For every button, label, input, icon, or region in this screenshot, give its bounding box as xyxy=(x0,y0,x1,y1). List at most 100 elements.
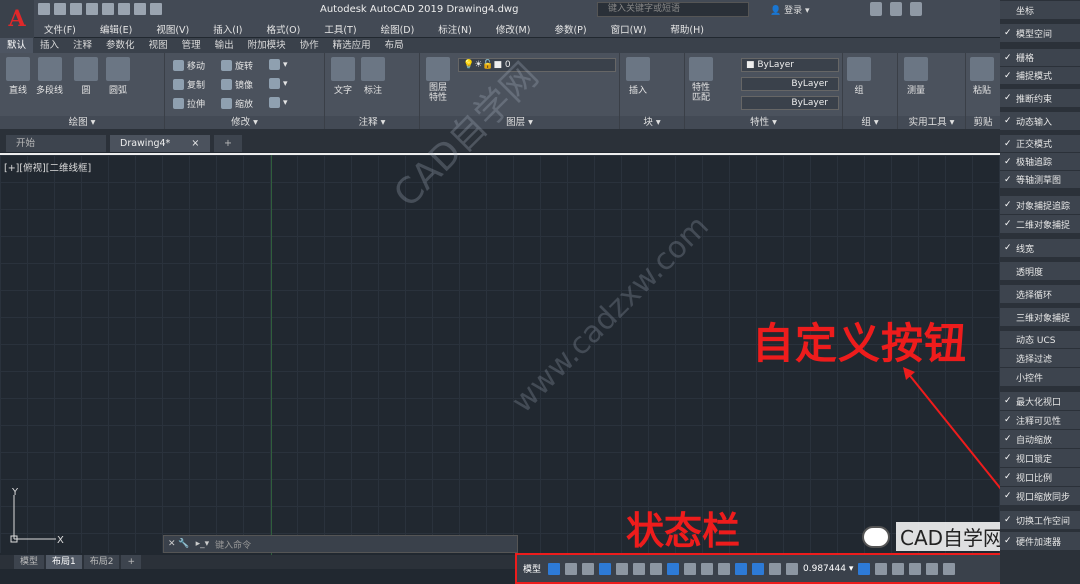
hardware-acceleration-icon[interactable] xyxy=(909,562,922,575)
menu-draw[interactable]: 绘图(D) xyxy=(381,22,415,36)
clipboard-group-label[interactable]: 剪贴 xyxy=(966,116,1000,129)
ortho-icon[interactable] xyxy=(616,562,629,575)
viewport-scale-icon[interactable] xyxy=(786,562,799,575)
trim-tool[interactable]: ▾ xyxy=(269,59,288,70)
auto-scale-icon[interactable] xyxy=(752,562,765,575)
menu-item-gizmo[interactable]: 小控件 xyxy=(1000,368,1080,386)
groups-group-label[interactable]: 组 ▾ xyxy=(843,116,897,129)
doc-tab-drawing4[interactable]: Drawing4* × xyxy=(110,135,210,152)
layer-properties-tool[interactable]: 图层 特性 xyxy=(426,57,450,103)
menu-item-selection-filter[interactable]: 选择过滤 xyxy=(1000,349,1080,367)
autodesk-app-icon[interactable] xyxy=(890,2,902,16)
group-tool[interactable]: 组 xyxy=(847,57,871,96)
menu-insert[interactable]: 插入(I) xyxy=(213,22,242,36)
new-file-icon[interactable] xyxy=(38,3,50,15)
save-as-icon[interactable] xyxy=(86,3,98,15)
menu-item-snap-mode[interactable]: ✓ 捕捉模式 xyxy=(1000,67,1080,84)
circle-tool[interactable]: 圆 xyxy=(74,57,98,96)
draw-group-label[interactable]: 绘图 ▾ xyxy=(0,116,164,129)
menu-item-infer-constraints[interactable]: ✓ 推断约束 xyxy=(1000,89,1080,107)
close-command-icon[interactable]: ✕ 🔧 xyxy=(168,539,190,549)
customize-menu-icon[interactable] xyxy=(943,562,956,575)
object-snap-tracking-icon[interactable] xyxy=(667,562,680,575)
menu-edit[interactable]: 编辑(E) xyxy=(100,22,132,36)
viewport-scale-value[interactable]: 0.987444 ▾ xyxy=(803,564,853,574)
menu-item-3d-object-snap[interactable]: 三维对象捕捉 xyxy=(1000,308,1080,326)
tab-annotate[interactable]: 注释 xyxy=(66,38,99,53)
web-mobile-icon[interactable] xyxy=(102,3,114,15)
grid-icon[interactable] xyxy=(548,562,561,575)
menu-format[interactable]: 格式(O) xyxy=(266,22,300,36)
menu-item-grid[interactable]: ✓ 栅格 xyxy=(1000,49,1080,66)
application-menu-button[interactable]: A xyxy=(0,0,34,38)
block-group-label[interactable]: 块 ▾ xyxy=(620,116,684,129)
lineweight-dropdown[interactable]: ByLayer xyxy=(741,96,839,110)
close-icon[interactable]: × xyxy=(191,138,199,149)
menu-item-isometric[interactable]: ✓ 等轴测草图 xyxy=(1000,171,1080,188)
tab-manage[interactable]: 管理 xyxy=(175,38,208,53)
rotate-tool[interactable]: 旋转 xyxy=(221,59,253,72)
linetype-dropdown[interactable]: ByLayer xyxy=(741,77,839,91)
command-line[interactable]: ✕ 🔧 ▸_▾ 键入命令 xyxy=(163,535,518,553)
menu-item-ortho[interactable]: ✓ 正交模式 xyxy=(1000,135,1080,152)
scale-tool[interactable]: 缩放 xyxy=(221,97,253,110)
measure-tool[interactable]: 测量 xyxy=(904,57,928,96)
insert-block-tool[interactable]: 插入 xyxy=(626,57,650,96)
copy-tool[interactable]: 复制 xyxy=(173,78,205,91)
menu-item-viewport-lock[interactable]: ✓ 视口锁定 xyxy=(1000,449,1080,467)
menu-tools[interactable]: 工具(T) xyxy=(324,22,356,36)
tab-default[interactable]: 默认 xyxy=(0,38,34,53)
maximize-viewport-icon[interactable] xyxy=(718,562,731,575)
clean-screen-icon[interactable] xyxy=(926,562,939,575)
undo-icon[interactable] xyxy=(134,3,146,15)
menu-item-dynamic-input[interactable]: ✓ 动态输入 xyxy=(1000,112,1080,130)
menu-item-switch-workspace[interactable]: ✓ 切换工作空间 xyxy=(1000,511,1080,529)
tab-layout[interactable]: 布局 xyxy=(378,38,411,53)
annotation-group-label[interactable]: 注释 ▾ xyxy=(325,116,419,129)
tab-featured-apps[interactable]: 精选应用 xyxy=(326,38,378,53)
menu-help[interactable]: 帮助(H) xyxy=(670,22,704,36)
match-properties-tool[interactable]: 特性 匹配 xyxy=(689,57,713,103)
redo-icon[interactable] xyxy=(150,3,162,15)
menu-item-2d-object-snap[interactable]: ✓ 二维对象捕捉 xyxy=(1000,215,1080,233)
dimension-tool[interactable]: 标注 xyxy=(361,57,385,96)
menu-item-auto-scale[interactable]: ✓ 自动缩放 xyxy=(1000,430,1080,448)
color-dropdown[interactable]: ■ ByLayer xyxy=(741,58,839,72)
menu-file[interactable]: 文件(F) xyxy=(44,22,76,36)
annotation-visibility-icon[interactable] xyxy=(735,562,748,575)
menu-item-lineweight[interactable]: ✓ 线宽 xyxy=(1000,239,1080,257)
cart-icon[interactable] xyxy=(870,2,882,16)
layout-tab-layout2[interactable]: 布局2 xyxy=(83,555,120,569)
line-tool[interactable]: 直线 xyxy=(6,57,30,96)
snap-mode-icon[interactable] xyxy=(565,562,578,575)
layout-tab-layout1[interactable]: 布局1 xyxy=(46,555,82,569)
tab-collaborate[interactable]: 协作 xyxy=(293,38,326,53)
new-tab-button[interactable]: + xyxy=(214,135,242,152)
sync-viewport-icon[interactable] xyxy=(858,562,871,575)
menu-item-viewport-scale[interactable]: ✓ 视口比例 xyxy=(1000,468,1080,486)
arc-tool[interactable]: 圆弧 xyxy=(106,57,130,96)
modify-group-label[interactable]: 修改 ▾ xyxy=(165,116,324,129)
menu-parametric[interactable]: 参数(P) xyxy=(554,22,586,36)
menu-item-hardware-acceleration[interactable]: ✓ 硬件加速器 xyxy=(1000,532,1080,550)
polar-tracking-icon[interactable] xyxy=(633,562,646,575)
object-snap-icon[interactable] xyxy=(684,562,697,575)
tab-output[interactable]: 输出 xyxy=(208,38,241,53)
menu-item-maximize-viewport[interactable]: ✓ 最大化视口 xyxy=(1000,392,1080,410)
lineweight-icon[interactable] xyxy=(701,562,714,575)
viewport-lock-icon[interactable] xyxy=(769,562,782,575)
plus-icon[interactable] xyxy=(892,562,905,575)
polyline-tool[interactable]: 多段线 xyxy=(36,57,63,96)
dynamic-input-icon[interactable] xyxy=(599,562,612,575)
menu-window[interactable]: 窗口(W) xyxy=(611,22,647,36)
add-layout-button[interactable]: + xyxy=(121,555,142,569)
text-tool[interactable]: 文字 xyxy=(331,57,355,96)
login-button[interactable]: 👤 登录 ▾ xyxy=(770,3,809,16)
menu-dimension[interactable]: 标注(N) xyxy=(438,22,472,36)
menu-item-object-snap-tracking[interactable]: ✓ 对象捕捉追踪 xyxy=(1000,196,1080,214)
paste-tool[interactable]: 粘贴 xyxy=(970,57,994,96)
tab-view[interactable]: 视图 xyxy=(142,38,175,53)
workspace-gear-icon[interactable] xyxy=(875,562,888,575)
tab-parametric[interactable]: 参数化 xyxy=(99,38,142,53)
menu-modify[interactable]: 修改(M) xyxy=(496,22,531,36)
